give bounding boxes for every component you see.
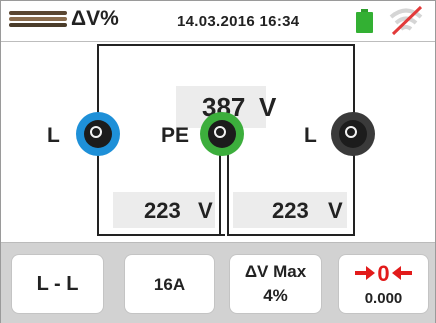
measurement-diagram: 387 V L PE L 223 V 223 V — [1, 42, 435, 242]
softkey-bar: L - L 16A ΔV Max 4% 0 0.000 — [1, 242, 435, 323]
no-wifi-icon — [389, 5, 423, 36]
left-voltage-value: 223 — [144, 198, 181, 223]
instrument-screen: ΔV% 14.03.2016 16:34 387 V L PE L 223 V … — [0, 0, 436, 323]
wire-top — [97, 44, 355, 46]
main-voltage-unit: V — [259, 92, 277, 122]
wire-left-bottom — [97, 234, 225, 236]
measurement-title: ΔV% — [71, 7, 119, 30]
wire-left-upper — [97, 44, 99, 116]
right-voltage-unit: V — [328, 198, 343, 223]
dv-max-title: ΔV Max — [244, 262, 307, 281]
wire-left-lower — [97, 152, 99, 235]
left-voltage-unit: V — [198, 198, 213, 223]
wire-pe-right — [227, 152, 229, 236]
svg-text:0: 0 — [377, 261, 389, 286]
mode-button-label: L - L — [36, 273, 79, 295]
mode-button[interactable]: L - L — [12, 255, 103, 313]
terminal-label-l-right: L — [304, 124, 317, 147]
cable-icon — [9, 10, 67, 28]
wire-pe-left — [219, 152, 221, 236]
current-button-label: 16A — [153, 275, 186, 294]
wire-right-bottom — [227, 234, 355, 236]
terminal-l-right — [331, 112, 375, 156]
current-button[interactable]: 16A — [125, 255, 214, 313]
wire-right-lower — [353, 152, 355, 235]
terminal-l-left — [76, 112, 120, 156]
date-time: 14.03.2016 16:34 — [177, 13, 300, 30]
status-header: ΔV% 14.03.2016 16:34 — [1, 1, 435, 42]
right-voltage-value: 223 — [272, 198, 309, 223]
zero-offset-icon: 0 — [355, 261, 412, 286]
terminal-pe — [200, 112, 244, 156]
dv-max-value: 4% — [263, 286, 288, 305]
dv-max-button[interactable]: ΔV Max 4% — [230, 255, 321, 313]
zero-offset-value: 0.000 — [364, 290, 403, 307]
zero-offset-button[interactable]: 0 0.000 — [339, 255, 428, 313]
terminal-label-l-left: L — [47, 124, 60, 147]
wire-right-upper — [353, 44, 355, 116]
battery-icon — [356, 9, 373, 33]
terminal-label-pe: PE — [161, 124, 190, 147]
